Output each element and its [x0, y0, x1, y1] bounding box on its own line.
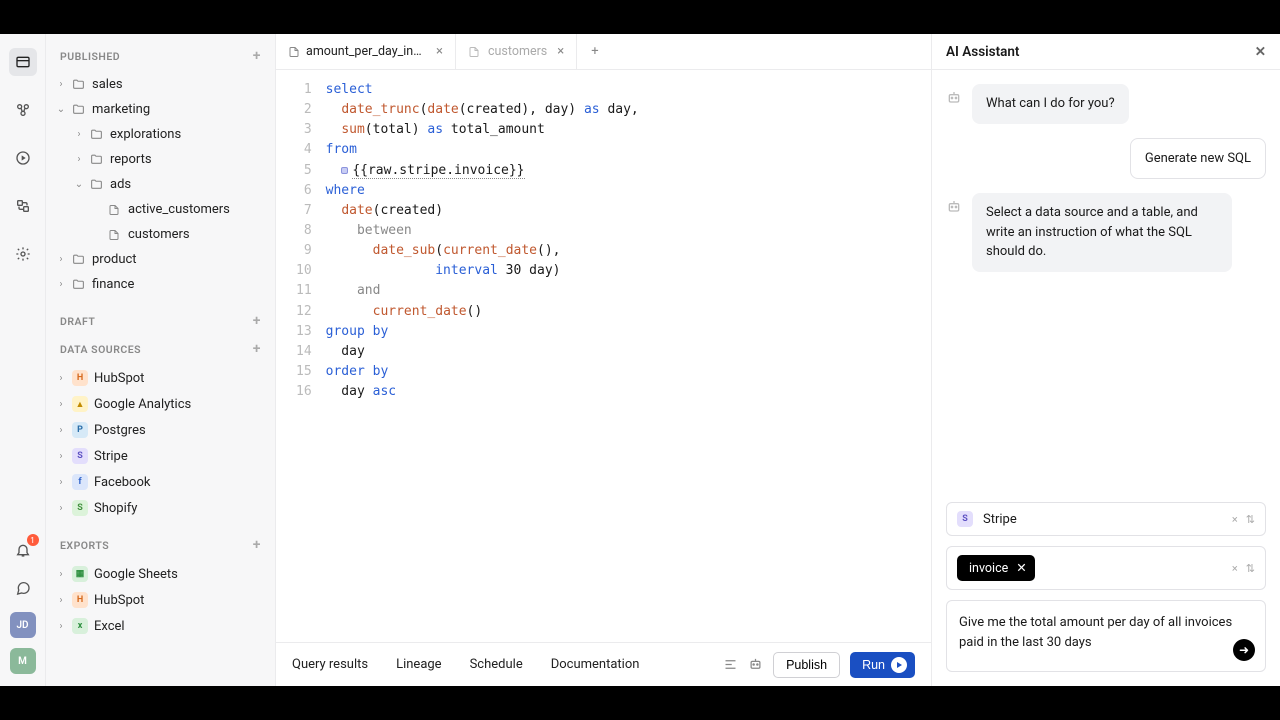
code-editor[interactable]: 12345678910111213141516 select date_trun… [276, 70, 931, 642]
rail-notifications-icon[interactable]: 1 [9, 536, 37, 564]
clear-icon[interactable]: × [1232, 562, 1238, 575]
footer-tab-lineage[interactable]: Lineage [396, 657, 442, 672]
bot-icon [946, 199, 962, 215]
footer-tab-query-results[interactable]: Query results [292, 657, 368, 672]
tab-amount-per-day[interactable]: amount_per_day_invoic... × [276, 34, 456, 69]
tree-file-customers[interactable]: customers [46, 222, 275, 247]
rail-integrations-icon[interactable] [9, 192, 37, 220]
section-datasources: DATA SOURCES + [46, 335, 275, 363]
ai-panel: AI Assistant ✕ What can I do for you? Ge… [932, 34, 1280, 686]
list-item[interactable]: ›▲Google Analytics [46, 391, 275, 417]
ai-message: Select a data source and a table, and wr… [972, 193, 1232, 272]
list-item[interactable]: ›fFacebook [46, 469, 275, 495]
tree-folder-ads[interactable]: ⌄ads [46, 172, 275, 197]
tree-folder-reports[interactable]: ›reports [46, 147, 275, 172]
close-icon[interactable]: ✕ [1255, 44, 1266, 60]
tab-close-icon[interactable]: × [436, 44, 443, 59]
line-gutter: 12345678910111213141516 [276, 80, 326, 632]
tab-customers[interactable]: customers × [456, 34, 577, 69]
rail-settings-icon[interactable] [9, 240, 37, 268]
add-export-icon[interactable]: + [253, 537, 261, 553]
editor-area: amount_per_day_invoic... × customers × +… [276, 34, 932, 686]
sidebar: PUBLISHED + ›sales ⌄marketing ›explorati… [46, 34, 276, 686]
section-draft: DRAFT + [46, 307, 275, 335]
section-label: DATA SOURCES [60, 343, 141, 356]
format-icon[interactable] [723, 657, 738, 672]
tree-folder-marketing[interactable]: ⌄marketing [46, 97, 275, 122]
window-bottombar [0, 686, 1280, 720]
footer-tab-documentation[interactable]: Documentation [551, 657, 640, 672]
list-item[interactable]: ›SShopify [46, 495, 275, 521]
section-published: PUBLISHED + [46, 42, 275, 70]
editor-footer: Query results Lineage Schedule Documenta… [276, 642, 931, 686]
tree-file-active-customers[interactable]: active_customers [46, 197, 275, 222]
add-draft-icon[interactable]: + [253, 313, 261, 329]
play-icon [891, 657, 907, 673]
section-exports: EXPORTS + [46, 531, 275, 559]
tab-bar: amount_per_day_invoic... × customers × + [276, 34, 931, 70]
code-body: select date_trunc(date(created), day) as… [326, 80, 639, 632]
run-button[interactable]: Run [850, 652, 915, 678]
tree-folder-sales[interactable]: ›sales [46, 72, 275, 97]
table-chip: invoice✕ [957, 555, 1035, 581]
prompt-input[interactable]: Give me the total amount per day of all … [946, 600, 1266, 672]
footer-tab-schedule[interactable]: Schedule [470, 657, 523, 672]
list-item[interactable]: ›SStripe [46, 443, 275, 469]
nav-rail: 1 JD M [0, 34, 46, 686]
section-label: PUBLISHED [60, 50, 120, 63]
rail-runs-icon[interactable] [9, 144, 37, 172]
tab-close-icon[interactable]: × [557, 44, 564, 59]
add-datasource-icon[interactable]: + [253, 341, 261, 357]
datasource-select[interactable]: S Stripe × ⇅ [946, 502, 1266, 536]
ai-message: What can I do for you? [972, 84, 1129, 124]
ai-title: AI Assistant [946, 44, 1019, 60]
chevron-updown-icon[interactable]: ⇅ [1246, 562, 1255, 575]
user-avatar-1[interactable]: JD [10, 612, 36, 638]
list-item[interactable]: ›HHubSpot [46, 587, 275, 613]
clear-icon[interactable]: × [1232, 513, 1238, 526]
window-topbar [0, 0, 1280, 34]
list-item[interactable]: ›xExcel [46, 613, 275, 639]
rail-explorer-icon[interactable] [9, 48, 37, 76]
ai-icon[interactable] [748, 657, 763, 672]
tree-folder-product[interactable]: ›product [46, 247, 275, 272]
chevron-updown-icon[interactable]: ⇅ [1246, 513, 1255, 526]
notification-badge: 1 [27, 534, 39, 546]
ai-action-button[interactable]: Generate new SQL [1130, 138, 1266, 180]
tree-folder-finance[interactable]: ›finance [46, 272, 275, 297]
file-icon [288, 46, 300, 58]
section-label: EXPORTS [60, 539, 109, 552]
publish-button[interactable]: Publish [773, 652, 840, 678]
send-button[interactable]: ➜ [1233, 639, 1255, 661]
table-select[interactable]: invoice✕ × ⇅ [946, 546, 1266, 590]
chip-remove-icon[interactable]: ✕ [1016, 560, 1026, 576]
datasource-name: Stripe [983, 512, 1017, 527]
list-item[interactable]: ›▦Google Sheets [46, 561, 275, 587]
rail-schema-icon[interactable] [9, 96, 37, 124]
tab-add-icon[interactable]: + [577, 44, 612, 59]
user-avatar-2[interactable]: M [10, 648, 36, 674]
add-published-icon[interactable]: + [253, 48, 261, 64]
file-icon [468, 46, 482, 58]
section-label: DRAFT [60, 315, 95, 328]
ai-header: AI Assistant ✕ [932, 34, 1280, 70]
datasource-badge: S [957, 511, 973, 527]
list-item[interactable]: ›HHubSpot [46, 365, 275, 391]
tree-folder-explorations[interactable]: ›explorations [46, 122, 275, 147]
rail-chat-icon[interactable] [9, 574, 37, 602]
list-item[interactable]: ›PPostgres [46, 417, 275, 443]
bot-icon [946, 90, 962, 106]
